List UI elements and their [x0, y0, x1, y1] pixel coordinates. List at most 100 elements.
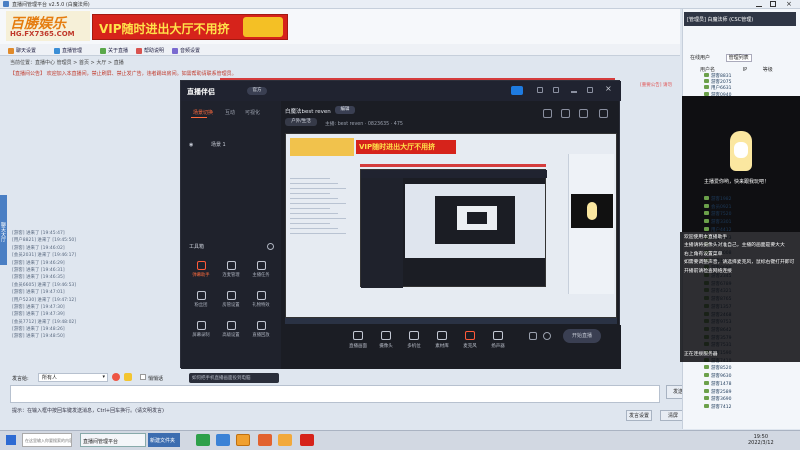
- preview-right-panel: [568, 154, 614, 294]
- user-row[interactable]: 游客3301: [704, 219, 800, 225]
- taskbar-item-folder[interactable]: 新建文件夹: [148, 433, 180, 447]
- menu-icon[interactable]: [553, 87, 559, 93]
- close-icon[interactable]: ×: [786, 0, 792, 8]
- bell-icon[interactable]: [561, 109, 570, 118]
- media-icon[interactable]: [258, 434, 272, 446]
- tool-gift[interactable]: 礼物特效: [247, 289, 275, 313]
- tool-admin[interactable]: 房管设置: [217, 289, 245, 313]
- record-icon[interactable]: [579, 109, 588, 118]
- danmaku-icon: [196, 261, 206, 270]
- message-input[interactable]: [10, 385, 660, 403]
- tab-visual[interactable]: 可视化: [245, 109, 260, 116]
- tab-admin-list[interactable]: 管理列表: [725, 54, 752, 62]
- close-icon[interactable]: ×: [605, 84, 612, 93]
- user-row[interactable]: 游客1478: [704, 380, 800, 387]
- announcement: 【直播间公告】 欢迎加入本直播间，禁止刷屏、禁止发广告，违者踢出房间。如需帮助请…: [10, 71, 237, 77]
- tab-interact[interactable]: 互动: [225, 109, 235, 116]
- speak-settings-button[interactable]: 发言设置: [626, 410, 652, 421]
- share-icon[interactable]: [599, 109, 608, 118]
- tool-label: 房管设置: [222, 303, 240, 308]
- private-label: 悄悄话: [148, 376, 164, 382]
- wechat-icon[interactable]: [196, 434, 210, 446]
- tool-task[interactable]: 主播任务: [247, 259, 275, 283]
- tab-help[interactable]: 帮助说明: [134, 46, 166, 55]
- user-row[interactable]: 用户6631: [704, 85, 800, 91]
- scene-item[interactable]: ◉ 场景 1: [189, 141, 226, 148]
- browser-icon[interactable]: [216, 434, 230, 446]
- preview-innermost: [467, 212, 487, 224]
- minimize-icon[interactable]: [571, 91, 577, 93]
- tutorial-banner[interactable]: 如何把手机直播画面投到电脑: [189, 373, 279, 383]
- user-name: 游客9630: [711, 374, 732, 380]
- tab-about-live[interactable]: 关于直播: [98, 46, 130, 55]
- preview-chat-line: [290, 178, 330, 179]
- breadcrumb: 当前位置：直播中心 管理员 > 首页 > 大厅 > 直播: [10, 60, 124, 66]
- tab-chat-settings[interactable]: 聊天设置: [6, 46, 38, 55]
- user-row[interactable]: 游客2075: [704, 79, 800, 85]
- control-phone[interactable]: 多机位: [401, 331, 427, 361]
- control-microphone[interactable]: 麦克风: [457, 331, 483, 361]
- user-row[interactable]: 游客9630: [704, 373, 800, 379]
- recipient-select[interactable]: 所有人 ▾: [38, 373, 108, 382]
- user-icon: [704, 73, 709, 77]
- user-row[interactable]: 游客3690: [704, 396, 800, 402]
- grid-icon[interactable]: [543, 109, 552, 118]
- tab-scene[interactable]: 场景切换: [193, 109, 213, 116]
- control-label: 摄像头: [379, 344, 393, 349]
- tab-live-manage[interactable]: 直播管理: [52, 46, 84, 55]
- more-icon[interactable]: [267, 243, 274, 250]
- settings-gear-icon[interactable]: [543, 332, 551, 340]
- overlay-line: [684, 293, 796, 301]
- taskbar-search[interactable]: 在这里输入你要搜索的内容: [22, 433, 72, 447]
- private-checkbox[interactable]: [140, 374, 146, 380]
- control-screen[interactable]: 直播画面: [345, 331, 371, 361]
- start-live-button[interactable]: 开始直播: [563, 329, 601, 343]
- maximize-icon[interactable]: [587, 87, 593, 93]
- user-row[interactable]: 游客8520: [704, 365, 800, 371]
- folder-icon[interactable]: [278, 434, 292, 446]
- help-icon: [136, 47, 142, 54]
- tool-advanced[interactable]: 高级设置: [217, 319, 245, 343]
- cloud-icon[interactable]: [511, 86, 523, 95]
- tool-danmaku[interactable]: 弹幕助手: [187, 259, 215, 283]
- control-material[interactable]: 素材库: [429, 331, 455, 361]
- camera-switch-icon[interactable]: [529, 332, 537, 340]
- user-row[interactable]: 游客7412: [704, 403, 800, 410]
- scene-label: 场景 1: [210, 142, 226, 148]
- taskbar-item-platform[interactable]: 直播间管理平台: [80, 433, 146, 447]
- user-row[interactable]: 游客2589: [704, 388, 800, 395]
- tool-replay[interactable]: 直播回放: [247, 319, 275, 343]
- control-camera[interactable]: 摄像头: [373, 331, 399, 361]
- side-tab-chat-hall[interactable]: 聊天大厅: [0, 195, 7, 265]
- gift-icon: [256, 291, 266, 300]
- app-red-icon[interactable]: [300, 434, 314, 446]
- tab-online-users[interactable]: 在线用户: [690, 55, 710, 61]
- tool-record[interactable]: 屏幕录制: [187, 319, 215, 343]
- user-row[interactable]: 游客1982: [704, 196, 800, 202]
- category-badge: 户外/生活: [285, 118, 317, 126]
- user-row[interactable]: 游客7520: [704, 211, 800, 217]
- color-icon[interactable]: [124, 373, 132, 381]
- tool-mic-link[interactable]: 连麦管理: [217, 259, 245, 283]
- maximize-icon[interactable]: [770, 1, 776, 7]
- vip-ad-banner[interactable]: VIP随时进出大厅不用挤: [92, 14, 288, 40]
- user-row[interactable]: 游客8831: [704, 73, 800, 79]
- screen-icon: [353, 331, 363, 340]
- preview-chat-line: [290, 228, 338, 229]
- tab-audio-settings[interactable]: 音频设置: [170, 46, 202, 55]
- settings-icon[interactable]: [537, 87, 543, 93]
- tool-fans[interactable]: 粉丝团: [187, 289, 215, 313]
- user-row[interactable]: 会员0921: [704, 203, 800, 210]
- live-companion-icon[interactable]: [236, 434, 250, 446]
- tool-label: 礼物特效: [252, 303, 270, 308]
- edit-button[interactable]: 编辑: [335, 106, 355, 114]
- user-icon: [704, 365, 709, 370]
- start-menu-icon[interactable]: [6, 435, 16, 445]
- eye-icon: ◉: [189, 142, 194, 148]
- user-name: 游客3690: [711, 397, 732, 403]
- emoji-icon[interactable]: [112, 373, 120, 381]
- vip-slogan: VIP随时进出大厅不用挤: [99, 22, 230, 36]
- companion-window: 直播伴侣 官方 × 场景切换 互动 可视化 ◉ 场景 1 工具箱 弹幕助手 连麦管…: [180, 80, 621, 383]
- minimize-icon[interactable]: [756, 1, 762, 7]
- control-speaker[interactable]: 扬声器: [485, 331, 511, 361]
